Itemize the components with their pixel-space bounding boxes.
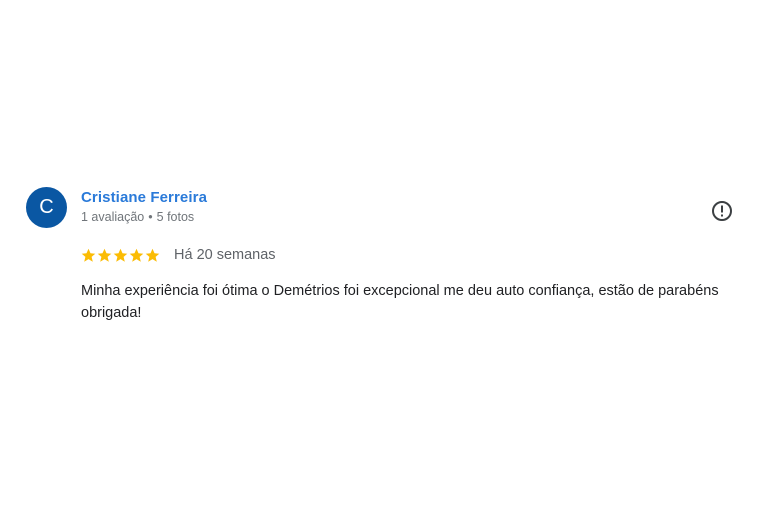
rating-row: Há 20 semanas bbox=[81, 247, 276, 263]
star-icon bbox=[81, 248, 96, 262]
avatar-initial: C bbox=[39, 196, 54, 218]
report-review-button[interactable] bbox=[711, 200, 733, 222]
star-rating bbox=[81, 248, 160, 263]
meta-separator: • bbox=[148, 210, 153, 224]
avatar[interactable]: C bbox=[26, 187, 67, 228]
review-date: Há 20 semanas bbox=[174, 247, 276, 263]
star-icon bbox=[97, 248, 112, 262]
review-count: 1 avaliação bbox=[81, 210, 145, 224]
author-name-link[interactable]: Cristiane Ferreira bbox=[81, 189, 207, 206]
star-icon bbox=[113, 248, 128, 262]
star-icon bbox=[129, 248, 144, 262]
review-text: Minha experiência foi ótima o Demétrios … bbox=[81, 283, 719, 321]
photo-count: 5 fotos bbox=[156, 210, 195, 224]
star-icon bbox=[145, 248, 160, 262]
author-meta: 1 avaliação • 5 fotos bbox=[81, 210, 194, 224]
alert-circle-icon bbox=[712, 201, 732, 221]
